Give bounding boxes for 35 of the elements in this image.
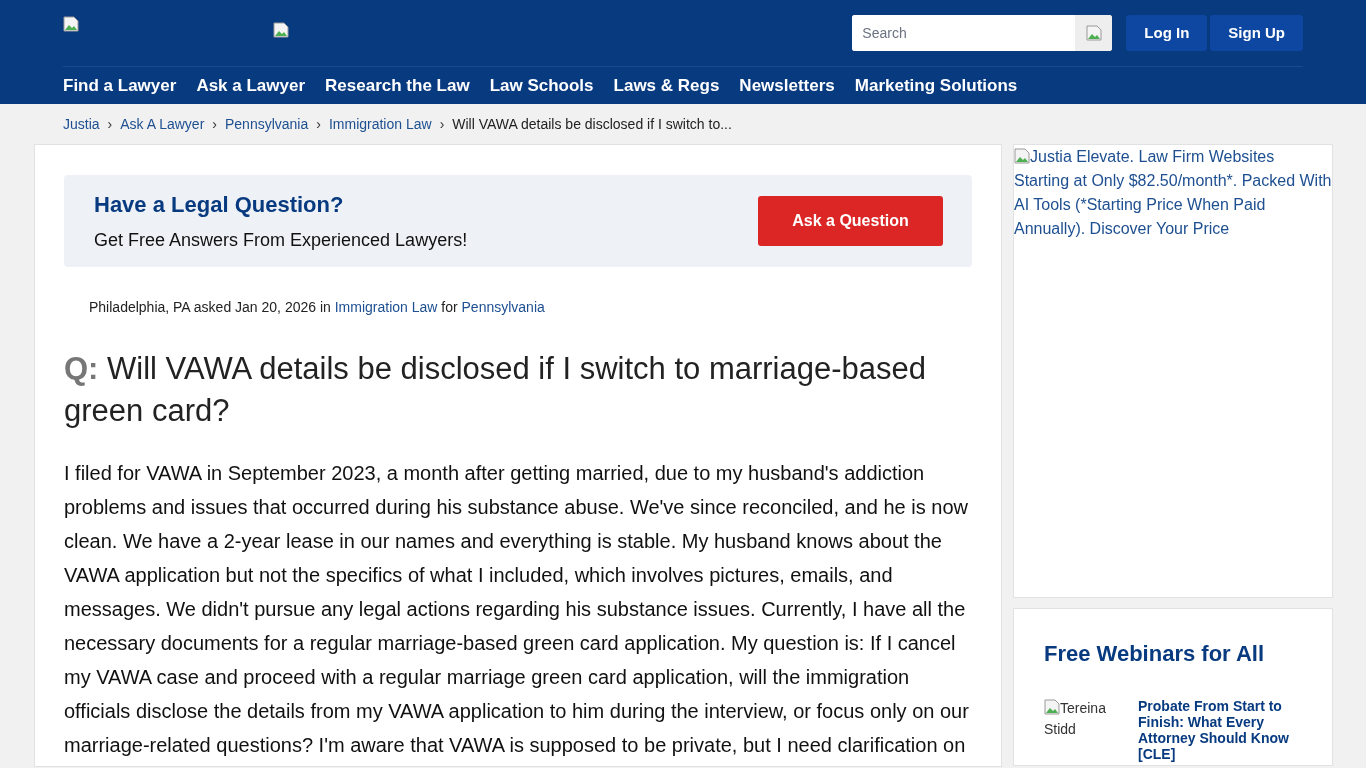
webinars-title: Free Webinars for All xyxy=(1044,640,1266,668)
broken-image-icon xyxy=(1044,699,1060,715)
webinar-title-link[interactable]: Probate From Start to Finish: What Every Attorney Should Know [CLE] xyxy=(1138,698,1302,762)
promo-title: Have a Legal Question? xyxy=(94,191,345,219)
login-button[interactable]: Log In xyxy=(1126,15,1208,51)
practice-area-link[interactable]: Immigration Law xyxy=(334,299,438,315)
ask-question-button[interactable]: Ask a Question xyxy=(758,196,943,246)
broken-image-icon xyxy=(273,22,289,38)
broken-image-icon[interactable] xyxy=(63,16,79,32)
breadcrumb-link[interactable]: Immigration Law xyxy=(328,113,432,135)
image-alt-text: Tereina Stidd xyxy=(1044,698,1107,739)
broken-image-icon xyxy=(1085,25,1102,41)
breadcrumb-link[interactable]: Pennsylvania xyxy=(224,113,309,135)
breadcrumb-link[interactable]: Ask A Lawyer xyxy=(120,113,205,135)
question-body: I filed for VAWA in September 2023, a month after getting married, due to my husband's addiction problems and issues that occurred during his substance abuse. We've since reconciled, and he is now clean. We have a 2-year lease in our names and everything is stable. My husband knows about the VAWA application but not the specifics of what I included, which involves pictures, emails, and messages. We didn't pursue any legal actions regarding his substance issues. Currently, I have all the necessary documents for a regular marriage-based green card application. My question is: If I cancel my VAWA case and proceed with a regular marriage green card application, will the immigration officials disclose the details from my VAWA application to him during the interview, or focus only on our marriage-related questions? I'm aware that VAWA is supposed to be private, but I need clarification on xyxy=(64,461,970,758)
nav-link[interactable]: Find a Lawyer xyxy=(63,72,177,99)
signup-button[interactable]: Sign Up xyxy=(1210,15,1303,51)
breadcrumb-current: Will VAWA details be disclosed if I switch to... xyxy=(452,114,732,134)
breadcrumb-separator: › xyxy=(212,114,217,134)
nav-link[interactable]: Laws & Regs xyxy=(613,72,720,99)
nav-link[interactable]: Research the Law xyxy=(325,72,470,99)
ad-link[interactable]: Justia Elevate. Law Firm Websites Starting at Only $82.50/month*. Packed With AI Tools (*Starting Price When Paid Annually). Discover Your Price xyxy=(1014,145,1332,241)
breadcrumb-separator: › xyxy=(107,114,113,134)
nav-link[interactable]: Marketing Solutions xyxy=(854,72,1018,99)
search-button[interactable] xyxy=(1075,15,1113,51)
nav-link[interactable]: Newsletters xyxy=(739,72,835,99)
nav-link[interactable]: Ask a Lawyer xyxy=(196,72,306,99)
breadcrumb-separator: › xyxy=(316,114,321,134)
nav-link[interactable]: Law Schools xyxy=(489,72,594,99)
state-link[interactable]: Pennsylvania xyxy=(461,299,545,315)
breadcrumb-separator: › xyxy=(439,114,445,134)
breadcrumb-link[interactable]: Justia xyxy=(63,113,100,135)
question-meta: Philadelphia, PA asked Jan 20, 2026 in Immigration Law for Pennsylvania xyxy=(89,298,546,317)
promo-subtitle: Get Free Answers From Experienced Lawyers! xyxy=(94,229,469,252)
question-title: Q: Will VAWA details be disclosed if I switch to marriage-based green card? xyxy=(64,350,927,430)
